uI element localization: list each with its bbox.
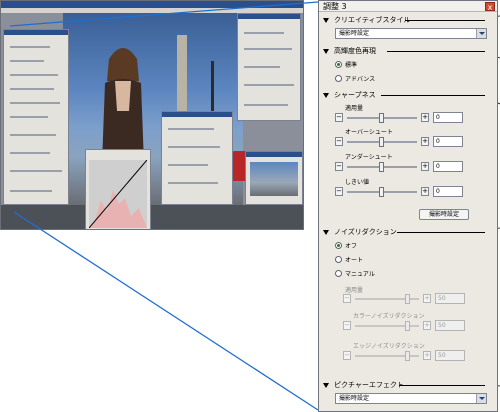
plus-icon[interactable]: + <box>423 351 431 360</box>
value-field[interactable]: 50 <box>435 350 465 361</box>
adjustment-panel: 調整 3 x クリエイティブスタイル 撮影時設定 高輝度色再現 標準 アドバンス <box>318 0 498 412</box>
radio-noise-off[interactable]: オフ <box>335 240 357 250</box>
minus-icon[interactable]: − <box>335 113 343 122</box>
section-header-sharpness[interactable]: シャープネス <box>323 90 376 100</box>
slider-thumb[interactable] <box>405 294 410 304</box>
picture-effect-value: 撮影時設定 <box>339 395 370 402</box>
slider-sharpness-undershoot[interactable]: − + 0 <box>335 161 487 173</box>
value-field[interactable]: 0 <box>433 186 463 197</box>
slider-edge-noise[interactable]: − + 50 <box>335 350 487 362</box>
panel-titlebar: 調整 3 <box>319 1 497 12</box>
slider-color-noise[interactable]: − + 50 <box>335 320 487 332</box>
sharpness-reset-button[interactable]: 撮影時設定 <box>419 209 469 220</box>
center-mini-panel <box>161 111 233 205</box>
triangle-down-icon[interactable] <box>323 382 329 388</box>
plus-icon[interactable]: + <box>421 137 429 146</box>
app-titlebar <box>1 1 303 8</box>
chevron-down-icon[interactable] <box>476 29 486 38</box>
screenshot-thumbnail <box>0 0 304 230</box>
section-divider <box>405 20 485 21</box>
radio-label: オフ <box>345 242 358 250</box>
value-field[interactable]: 0 <box>433 136 463 147</box>
left-mini-panel <box>3 29 69 205</box>
figure: 調整 3 x クリエイティブスタイル 撮影時設定 高輝度色再現 標準 アドバンス <box>0 0 500 412</box>
section-divider <box>387 51 485 52</box>
plus-icon[interactable]: + <box>423 294 431 303</box>
radio-label: マニュアル <box>345 270 375 278</box>
triangle-down-icon[interactable] <box>323 48 329 54</box>
slider-label-overshoot: オーバーシュート <box>345 129 393 136</box>
minus-icon[interactable]: − <box>335 187 343 196</box>
app-statusbar <box>1 205 303 229</box>
section-header-color-gamut[interactable]: 高輝度色再現 <box>323 46 376 56</box>
minus-icon[interactable]: − <box>335 162 343 171</box>
creative-style-dropdown[interactable]: 撮影時設定 <box>335 28 487 39</box>
radio-unselected-icon[interactable] <box>335 74 342 82</box>
radio-color-gamut-advance[interactable]: アドバンス <box>335 73 375 83</box>
value-field[interactable]: 50 <box>435 320 465 331</box>
radio-label: 標準 <box>345 61 358 69</box>
plus-icon[interactable]: + <box>421 187 429 196</box>
slider-thumb[interactable] <box>379 113 384 123</box>
radio-noise-manual[interactable]: マニュアル <box>335 268 375 278</box>
minus-icon[interactable]: − <box>335 137 343 146</box>
section-divider <box>381 95 485 96</box>
triangle-down-icon[interactable] <box>323 229 329 235</box>
plus-icon[interactable]: + <box>421 162 429 171</box>
radio-label: アドバンス <box>345 75 376 83</box>
navigator-mini-panel <box>245 151 303 205</box>
section-divider <box>399 385 485 386</box>
radio-unselected-icon[interactable] <box>335 255 342 263</box>
minus-icon[interactable]: − <box>343 294 351 303</box>
slider-thumb[interactable] <box>379 137 384 147</box>
minus-icon[interactable]: − <box>343 321 351 330</box>
value-field[interactable]: 0 <box>433 161 463 172</box>
section-header-noise-reduction[interactable]: ノイズリダクション <box>323 227 397 237</box>
section-title-color-gamut: 高輝度色再現 <box>334 47 376 55</box>
slider-label-color-noise: カラーノイズリダクション <box>353 313 425 320</box>
radio-unselected-icon[interactable] <box>335 269 342 277</box>
triangle-down-icon[interactable] <box>323 17 329 23</box>
photo-tower <box>177 35 187 121</box>
radio-selected-icon[interactable] <box>335 60 342 68</box>
slider-noise-amount[interactable]: − + 50 <box>335 293 487 305</box>
section-title-noise-reduction: ノイズリダクション <box>334 228 397 236</box>
section-header-picture-effect[interactable]: ピクチャーエフェクト <box>323 380 404 390</box>
slider-label-amount: 適用量 <box>345 105 364 112</box>
slider-sharpness-threshold[interactable]: − + 0 <box>335 186 487 198</box>
value-field[interactable]: 0 <box>433 112 463 123</box>
plus-icon[interactable]: + <box>423 321 431 330</box>
slider-thumb[interactable] <box>379 162 384 172</box>
chevron-down-icon[interactable] <box>476 394 486 403</box>
slider-sharpness-overshoot[interactable]: − + 0 <box>335 136 487 148</box>
section-title-picture-effect: ピクチャーエフェクト <box>334 381 404 389</box>
creative-style-value: 撮影時設定 <box>339 30 370 37</box>
plus-icon[interactable]: + <box>421 113 429 122</box>
slider-thumb[interactable] <box>379 187 384 197</box>
section-title-creative-style: クリエイティブスタイル <box>334 16 411 24</box>
radio-color-gamut-standard[interactable]: 標準 <box>335 59 357 69</box>
right-mini-panel <box>237 13 301 121</box>
section-title-sharpness: シャープネス <box>334 91 376 99</box>
picture-effect-dropdown[interactable]: 撮影時設定 <box>335 393 487 404</box>
panel-title: 調整 3 <box>323 2 347 11</box>
value-field[interactable]: 50 <box>435 293 465 304</box>
section-divider <box>397 232 485 233</box>
minus-icon[interactable]: − <box>343 351 351 360</box>
slider-label-undershoot: アンダーシュート <box>345 154 393 161</box>
close-button[interactable]: x <box>485 2 495 12</box>
tone-curve-panel <box>85 149 151 229</box>
triangle-down-icon[interactable] <box>323 92 329 98</box>
tone-curve-graph <box>89 160 147 228</box>
slider-thumb[interactable] <box>405 321 410 331</box>
slider-sharpness-amount[interactable]: − + 0 <box>335 112 487 124</box>
slider-label-threshold: しきい値 <box>345 179 370 186</box>
slider-label-edge-noise: エッジノイズリダクション <box>353 343 425 350</box>
radio-label: オート <box>345 256 364 264</box>
radio-noise-auto[interactable]: オート <box>335 254 363 264</box>
section-header-creative-style[interactable]: クリエイティブスタイル <box>323 15 410 25</box>
radio-selected-icon[interactable] <box>335 241 342 249</box>
slider-thumb[interactable] <box>405 351 410 361</box>
